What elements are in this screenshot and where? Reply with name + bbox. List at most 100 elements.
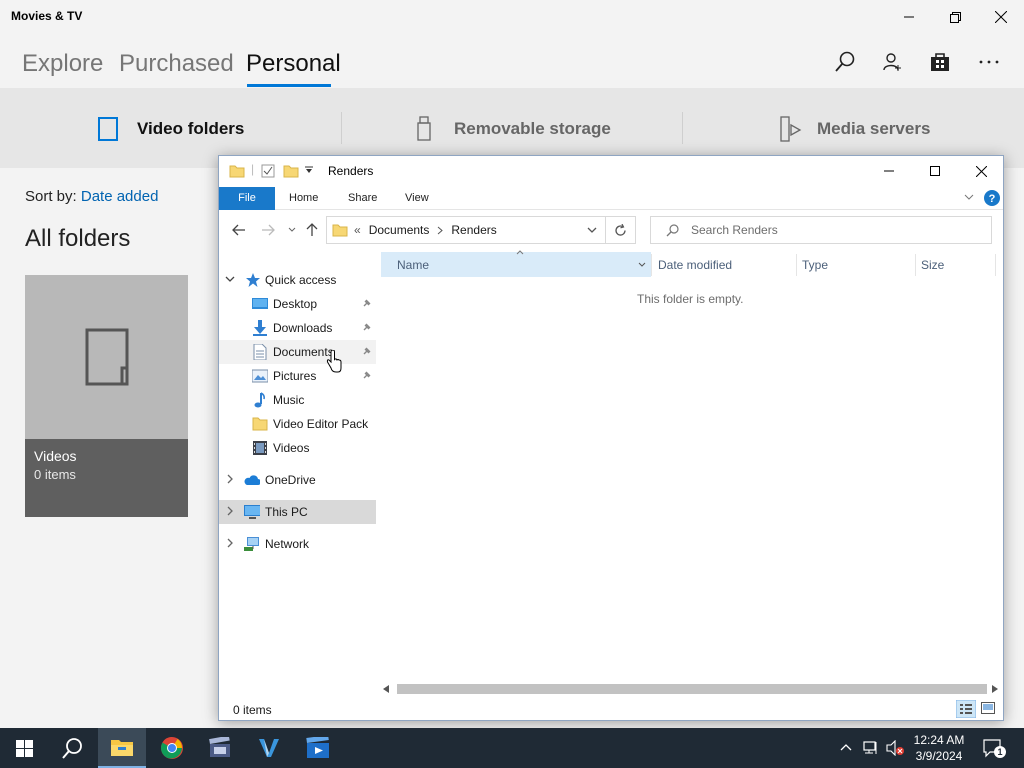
storage-tab-media-servers[interactable]: Media servers	[778, 116, 930, 142]
customize-toolbar-icon[interactable]	[305, 166, 314, 175]
breadcrumb-renders[interactable]: Renders	[451, 223, 496, 237]
properties-icon[interactable]	[261, 164, 275, 178]
breadcrumb-overflow[interactable]: «	[354, 223, 361, 237]
nav-item-downloads[interactable]: Downloads	[219, 316, 376, 340]
scrollbar-thumb[interactable]	[397, 684, 987, 694]
sort-ascending-icon	[516, 250, 524, 255]
details-view-icon[interactable]	[956, 700, 976, 718]
chevron-down-icon[interactable]	[225, 274, 235, 284]
scroll-left-icon[interactable]	[383, 685, 389, 693]
divider	[651, 254, 652, 276]
ribbon-tab-view[interactable]: View	[405, 187, 429, 210]
nav-item-label: Desktop	[273, 297, 318, 311]
folder-item-count: 0 items	[34, 467, 76, 482]
column-headers: Name Date modified Type Size	[379, 250, 1003, 277]
file-explorer-window: | Renders File Home Share View ? « Docum…	[218, 155, 1004, 721]
column-header-name[interactable]: Name	[397, 258, 429, 272]
nav-item-videos[interactable]: Videos	[219, 436, 376, 460]
search-button[interactable]	[48, 728, 96, 768]
large-icons-view-icon[interactable]	[981, 702, 995, 716]
storage-tab-removable[interactable]: Removable storage	[415, 116, 611, 142]
help-icon[interactable]: ?	[984, 190, 1000, 206]
close-button[interactable]	[958, 156, 1004, 186]
nav-item-label: Music	[273, 393, 305, 407]
store-icon[interactable]	[928, 50, 952, 74]
ribbon-tabs: File Home Share View ?	[219, 187, 1003, 210]
divider	[915, 254, 916, 276]
tab-personal[interactable]: Personal	[246, 50, 341, 78]
chevron-right-icon[interactable]	[225, 474, 235, 484]
breadcrumb-documents[interactable]: Documents	[369, 223, 430, 237]
ribbon-tab-file[interactable]: File	[219, 187, 275, 210]
sort-dropdown[interactable]: Date added	[81, 188, 159, 205]
status-bar: 0 items	[219, 698, 1003, 720]
nav-item-documents[interactable]: Documents	[219, 340, 376, 364]
action-center-button[interactable]: 1	[982, 738, 1006, 758]
chevron-right-icon	[438, 226, 444, 234]
more-icon[interactable]	[977, 50, 1001, 74]
nav-item-video-editor-pack[interactable]: Video Editor Pack	[219, 412, 376, 436]
recent-locations-icon[interactable]	[288, 227, 296, 233]
nav-item-onedrive[interactable]: OneDrive	[219, 468, 376, 492]
close-button[interactable]	[978, 0, 1024, 34]
nav-item-desktop[interactable]: Desktop	[219, 292, 376, 316]
nav-item-pictures[interactable]: Pictures	[219, 364, 376, 388]
up-arrow-icon[interactable]	[306, 223, 318, 237]
ribbon-tab-share[interactable]: Share	[348, 187, 377, 210]
explorer-titlebar: | Renders	[219, 156, 1003, 186]
account-icon[interactable]	[880, 50, 904, 74]
nav-item-music[interactable]: Music	[219, 388, 376, 412]
taskbar-video-editor[interactable]	[196, 728, 244, 768]
horizontal-scrollbar[interactable]	[379, 680, 1003, 698]
taskbar-movies-tv[interactable]	[294, 728, 342, 768]
expand-ribbon-icon[interactable]	[964, 194, 974, 202]
chevron-down-icon[interactable]	[638, 262, 646, 268]
ribbon-tab-home[interactable]: Home	[289, 187, 318, 210]
chevron-right-icon[interactable]	[225, 506, 235, 516]
chevron-down-icon[interactable]	[587, 227, 597, 235]
system-clock[interactable]: 12:24 AM 3/9/2024	[905, 732, 973, 764]
search-icon[interactable]	[833, 50, 857, 74]
restore-button[interactable]	[932, 0, 978, 34]
column-header-type[interactable]: Type	[802, 258, 828, 272]
nav-item-network[interactable]: Network	[219, 532, 376, 556]
tab-purchased[interactable]: Purchased	[119, 50, 234, 78]
volume-muted-icon[interactable]	[886, 740, 904, 756]
folder-tile-videos[interactable]: Videos 0 items	[25, 275, 188, 517]
search-input[interactable]: Search Renders	[650, 216, 992, 244]
forward-arrow-icon[interactable]	[261, 224, 275, 236]
scroll-right-icon[interactable]	[992, 685, 998, 693]
nav-item-this-pc[interactable]: This PC	[219, 500, 376, 524]
movies-tv-icon	[306, 737, 329, 758]
maximize-button[interactable]	[912, 156, 958, 186]
address-row: « Documents Renders Search Renders	[219, 212, 1003, 248]
minimize-button[interactable]	[886, 0, 932, 34]
column-header-date-modified[interactable]: Date modified	[658, 258, 732, 272]
back-arrow-icon[interactable]	[232, 224, 246, 236]
desktop-icon	[252, 298, 268, 309]
computer-icon	[244, 505, 260, 519]
network-status-icon[interactable]	[863, 740, 879, 756]
taskbar-file-explorer[interactable]	[98, 728, 146, 768]
chrome-icon	[161, 737, 183, 759]
tab-explore[interactable]: Explore	[22, 50, 103, 78]
column-header-size[interactable]: Size	[921, 258, 944, 272]
show-hidden-icons-icon[interactable]	[840, 743, 852, 751]
minimize-button[interactable]	[866, 156, 912, 186]
taskbar-chrome[interactable]	[148, 728, 196, 768]
nav-item-quick-access[interactable]: Quick access	[219, 268, 376, 292]
start-button[interactable]	[0, 728, 48, 768]
vsdc-icon	[259, 739, 279, 757]
folder-name: Videos	[34, 448, 77, 464]
hand-cursor-icon	[326, 350, 342, 373]
chevron-right-icon[interactable]	[225, 538, 235, 548]
new-folder-icon[interactable]	[283, 163, 299, 179]
refresh-button[interactable]	[606, 216, 636, 244]
nav-item-label: Videos	[273, 441, 310, 455]
document-icon	[253, 344, 267, 360]
storage-tab-label: Video folders	[137, 119, 245, 138]
taskbar-vsdc[interactable]	[245, 728, 293, 768]
storage-tab-video-folders[interactable]: Video folders	[97, 116, 244, 142]
network-icon	[244, 537, 259, 551]
address-bar[interactable]: « Documents Renders	[326, 216, 606, 244]
